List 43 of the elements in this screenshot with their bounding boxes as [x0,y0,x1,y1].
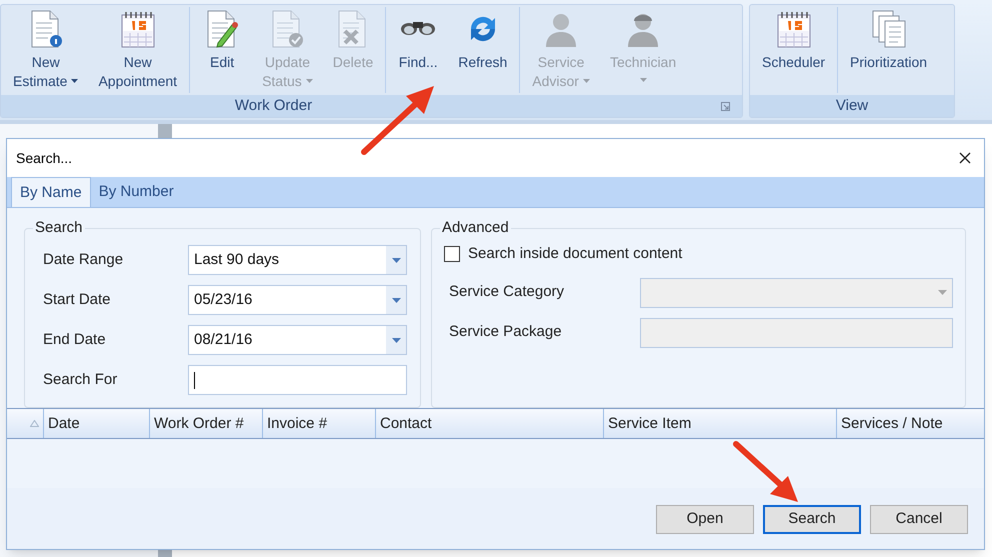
dropdown-caret-icon [71,79,78,84]
ribbon-button[interactable]: Refresh [448,7,518,72]
tab[interactable]: By Name [11,177,91,207]
dropdown-field[interactable]: Last 90 days [188,245,407,275]
dropdown-caret-icon [582,79,590,84]
field-label: Start Date [42,290,112,310]
ribbon-button[interactable]: New Estimate [3,7,88,91]
dropdown-caret-icon [306,79,313,84]
dropdown-arrow-icon [392,298,400,302]
column-header[interactable]: Service Item [604,409,837,438]
dialog-button[interactable]: Open [656,505,754,534]
checkbox[interactable] [444,246,460,262]
dropdown-arrow-icon [392,258,400,262]
field-label: Date Range [42,250,124,270]
ribbon-button[interactable]: Edit [192,7,252,72]
field-label: Search For [42,370,118,390]
tab[interactable]: By Number [90,177,182,207]
group-label: View [834,96,870,116]
text-field[interactable] [188,365,407,395]
dialog-button[interactable]: Search [763,505,861,534]
column-header[interactable]: Services / Note [837,409,984,438]
checkbox-label: Search inside document content [468,244,682,264]
ribbon-button[interactable]: Find... [388,7,448,72]
sort-icon [30,420,39,427]
dropdown-field[interactable]: 08/21/16 [188,325,407,355]
dropdown-arrow-icon [938,290,946,295]
field-label: Service Package [449,322,563,342]
group-label: Work Order [234,96,314,116]
column-header[interactable]: Work Order # [150,409,263,438]
column-header[interactable]: Invoice # [263,409,376,438]
column-header[interactable]: Contact [376,409,604,438]
dialog-button[interactable]: Cancel [870,505,968,534]
column-header[interactable]: Date [44,409,150,438]
dialog-title: Search... [16,148,72,168]
field-label: Service Category [449,282,566,302]
ribbon-button[interactable]: New Appointment [88,7,188,91]
dropdown-caret-icon [640,78,647,82]
ribbon-button[interactable]: Prioritization [840,7,938,72]
close-icon [959,152,971,164]
field-label: End Date [42,330,107,350]
ribbon-button[interactable]: Scheduler [752,7,836,72]
dropdown-arrow-icon [392,338,400,342]
dropdown-field[interactable]: 05/23/16 [188,285,407,315]
